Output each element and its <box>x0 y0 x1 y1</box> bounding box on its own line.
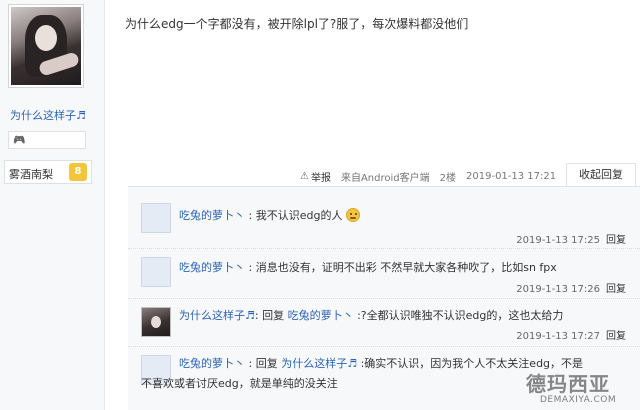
reply-separator: : <box>248 357 253 370</box>
floor-number: 2楼 <box>439 172 457 184</box>
emoji-icon <box>345 208 360 222</box>
level-name: 雾酒南梨 <box>9 168 53 181</box>
reply-body: 吃兔的萝卜丶 : 回复 为什么这样子♬ :确实不认识，因为我个人不太关注edg，… <box>179 355 583 371</box>
reply-target-username[interactable]: 吃兔的萝卜丶 <box>288 309 354 322</box>
reply-separator: : <box>248 261 253 274</box>
reply-text: :?全都认识唯独不认识edg的，这也太给力 <box>357 309 564 322</box>
post-content: 为什么edg一个字都没有，被开除lpl了?服了，每次爆料都没他们 <box>125 17 469 31</box>
reply-item: 吃兔的萝卜丶 : 我不认识edg的人 2019-1-13 17:25 回复 <box>128 187 640 249</box>
reply-meta: 2019-1-13 17:25 回复 <box>516 231 626 246</box>
game-badge-icon: 🎮 <box>13 135 26 146</box>
report-link[interactable]: ⚠ 举报 <box>300 169 331 184</box>
reply-text: 消息也没有，证明不出彩 不然早就大家各种吹了，比如sn fpx <box>255 261 557 274</box>
site-watermark: 德玛西亚 DEMAXIYA.COM <box>526 368 638 408</box>
reply-username[interactable]: 吃兔的萝卜丶 <box>179 261 245 274</box>
user-avatar[interactable] <box>8 4 84 88</box>
reply-username[interactable]: 吃兔的萝卜丶 <box>179 209 245 222</box>
source-link[interactable]: 来自Android客户端 <box>341 169 430 184</box>
watermark-title: 德玛西亚 <box>526 372 610 396</box>
warning-icon: ⚠ <box>300 170 309 182</box>
reply-meta: 2019-1-13 17:26 回复 <box>516 280 626 295</box>
reply-word: 回复 <box>255 357 278 370</box>
reply-item: 为什么这样子♬: 回复 吃兔的萝卜丶 :?全都认识唯独不认识edg的，这也太给力… <box>128 299 640 347</box>
reply-button[interactable]: 回复 <box>606 235 626 246</box>
reply-target-username[interactable]: 为什么这样子♬ <box>281 357 357 370</box>
post-time: 2019-01-13 17:21 <box>466 170 557 182</box>
user-sidebar: 为什么这样子♬ 🎮 雾酒南梨 8 <box>0 0 105 410</box>
reply-item: 吃兔的萝卜丶 : 消息也没有，证明不出彩 不然早就大家各种吹了，比如sn fpx… <box>128 249 640 299</box>
reply-word: 回复 <box>262 309 285 322</box>
reply-time: 2019-1-13 17:27 <box>516 331 600 342</box>
post-tail: ⚠ 举报 来自Android客户端 2楼 2019-01-13 17:21 <box>300 166 556 186</box>
reply-separator: : <box>254 309 259 322</box>
level-row[interactable]: 雾酒南梨 8 <box>4 160 92 184</box>
reply-text: 我不认识edg的人 <box>255 209 343 222</box>
reply-text-continued: 不喜欢或者讨厌edg，就是单纯的没关注 <box>141 377 338 390</box>
collapse-reply-button[interactable]: 收起回复 <box>566 163 636 187</box>
badge-row[interactable]: 🎮 <box>8 131 86 149</box>
reply-time: 2019-1-13 17:26 <box>516 284 600 295</box>
watermark-url: DEMAXIYA.COM <box>540 395 617 405</box>
reply-time: 2019-1-13 17:25 <box>516 235 600 246</box>
username-link[interactable]: 为什么这样子♬ <box>10 107 86 123</box>
reply-body: 吃兔的萝卜丶 : 我不认识edg的人 <box>179 207 360 223</box>
reply-body: 吃兔的萝卜丶 : 消息也没有，证明不出彩 不然早就大家各种吹了，比如sn fpx <box>179 259 557 275</box>
reply-button[interactable]: 回复 <box>606 331 626 342</box>
reply-meta: 2019-1-13 17:27 回复 <box>516 327 626 342</box>
reply-separator: : <box>248 209 253 222</box>
reply-avatar[interactable] <box>141 307 171 337</box>
reply-username[interactable]: 吃兔的萝卜丶 <box>179 357 245 370</box>
avatar-photo <box>11 7 81 85</box>
reply-avatar[interactable] <box>141 257 171 287</box>
reply-button[interactable]: 回复 <box>606 284 626 295</box>
reply-body: 为什么这样子♬: 回复 吃兔的萝卜丶 :?全都认识唯独不认识edg的，这也太给力 <box>179 307 563 323</box>
reply-avatar[interactable] <box>141 203 171 233</box>
level-number: 8 <box>69 163 87 181</box>
report-label: 举报 <box>310 172 331 184</box>
reply-username[interactable]: 为什么这样子♬ <box>179 309 255 322</box>
